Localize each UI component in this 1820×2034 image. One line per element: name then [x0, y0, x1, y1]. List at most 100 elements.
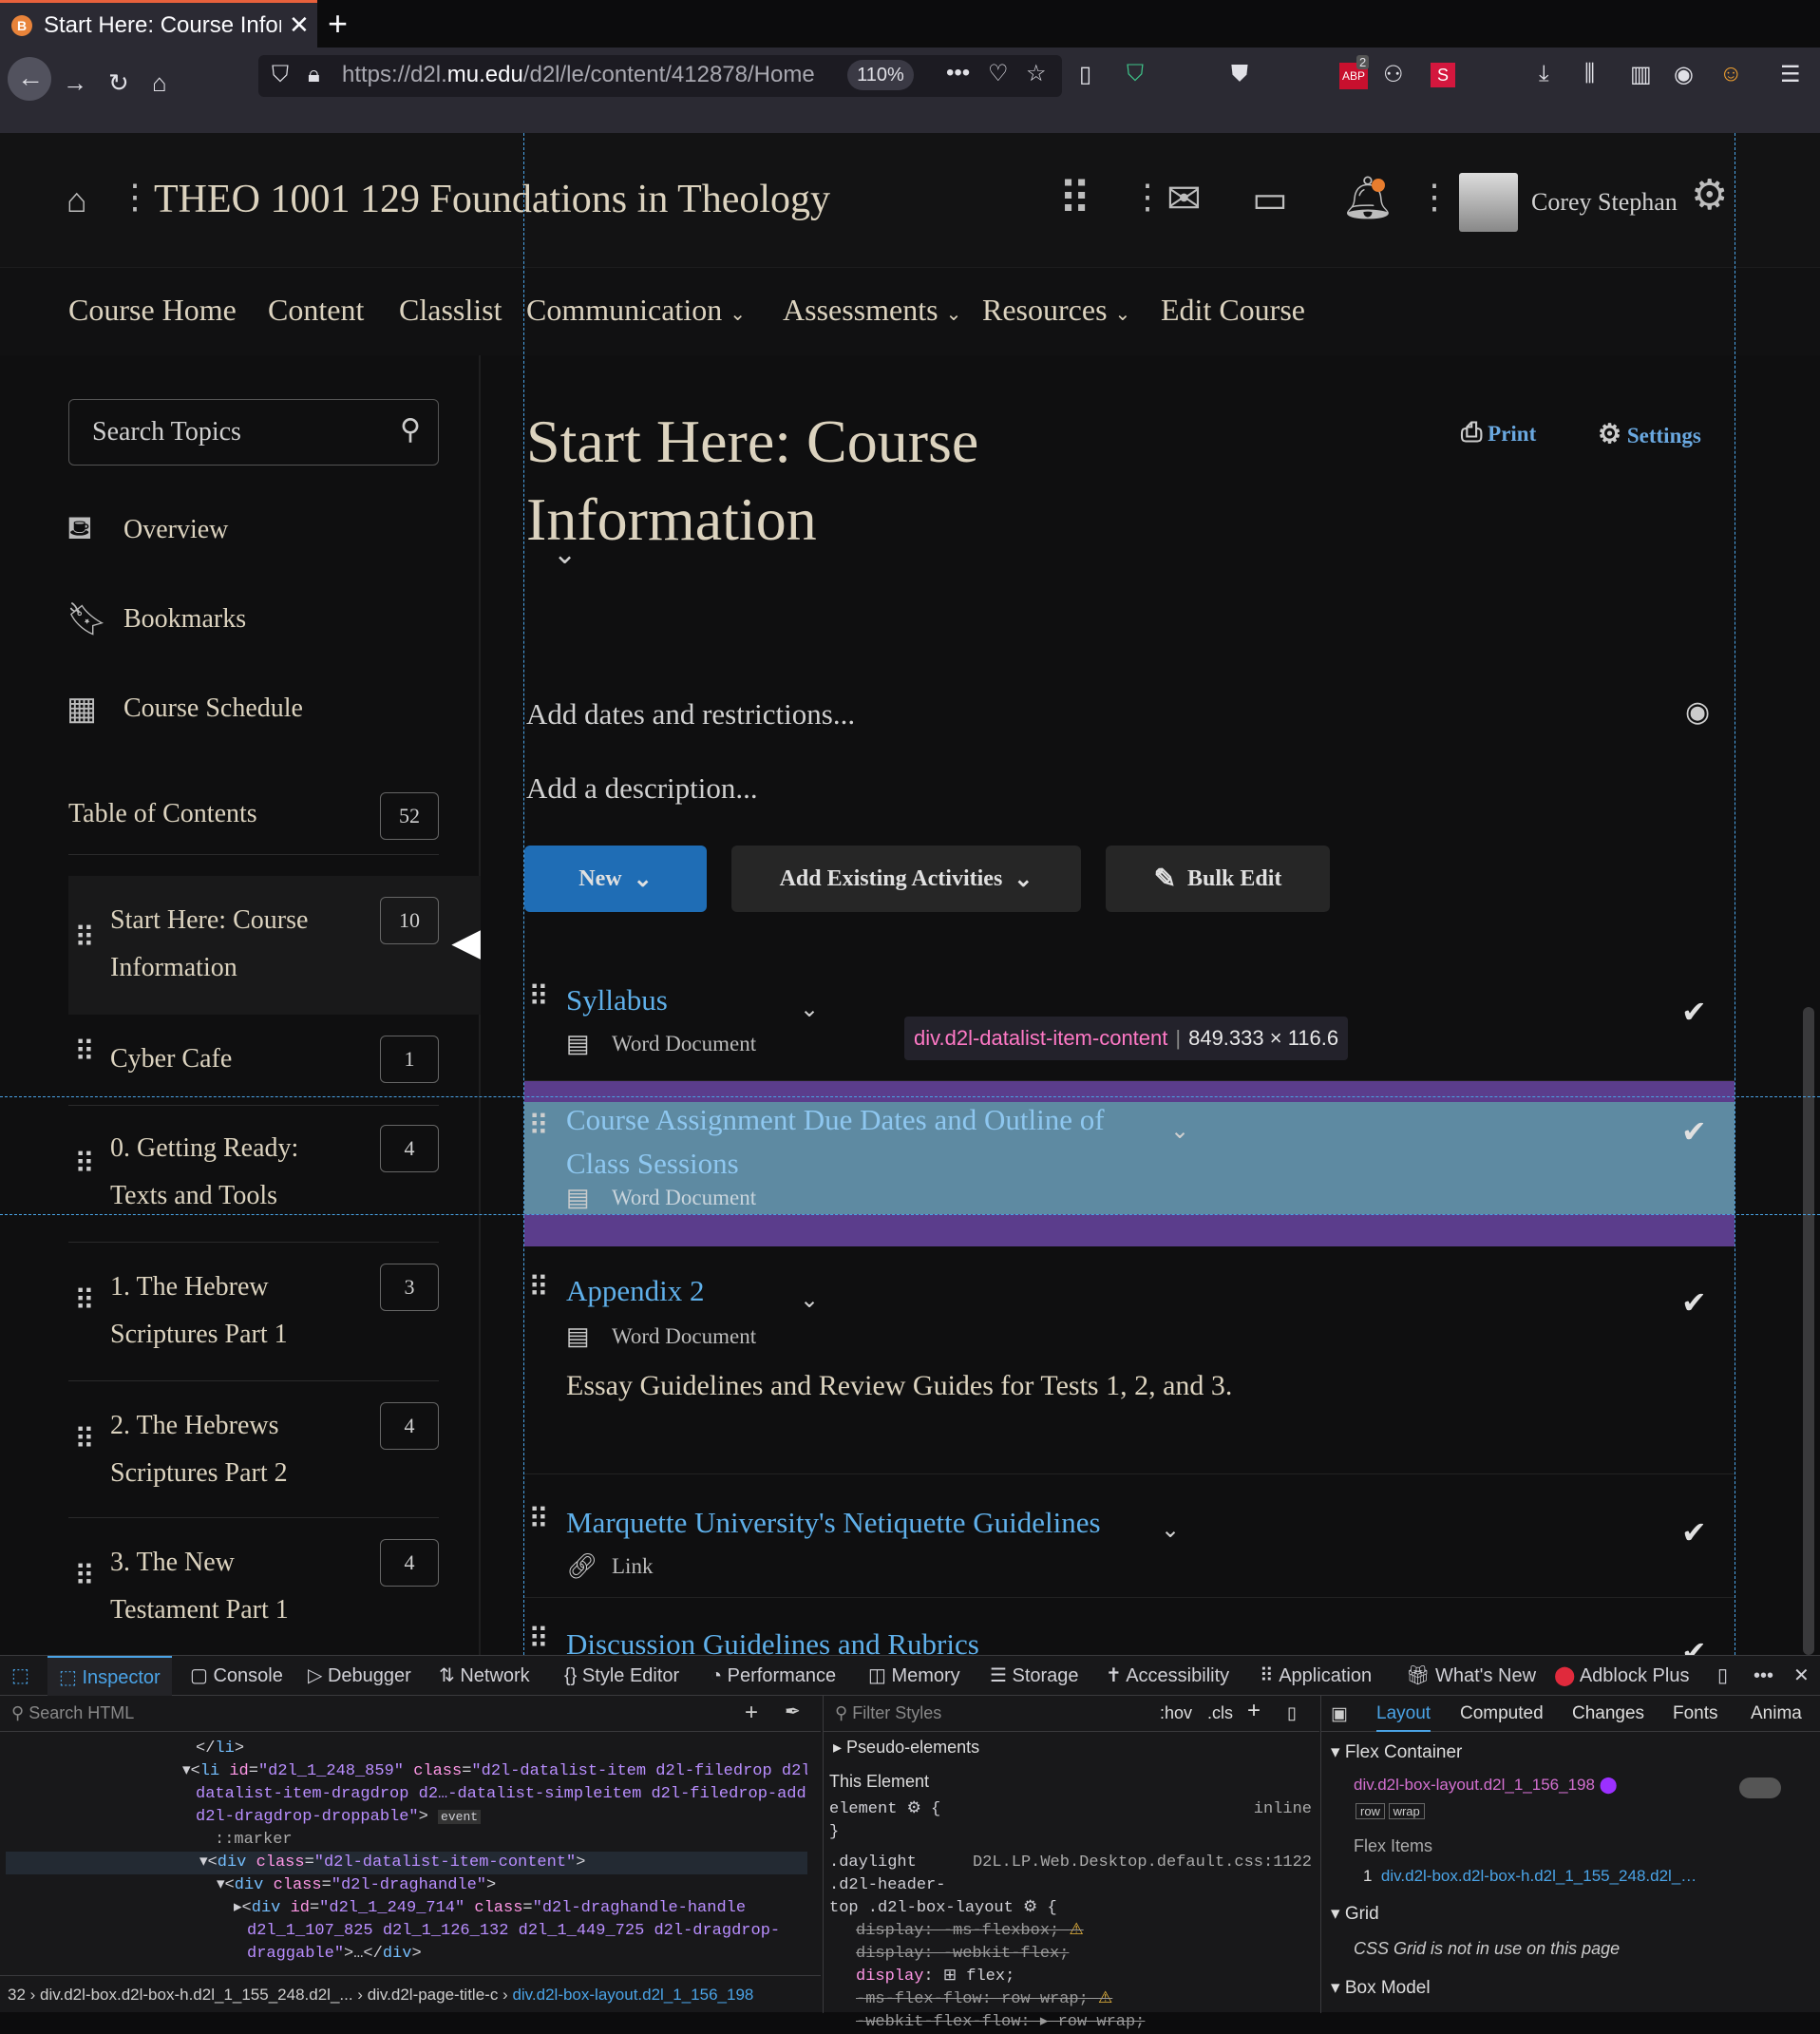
- element-picker-icon[interactable]: ⬚: [11, 1656, 29, 1696]
- bulk-edit-button[interactable]: ✎ Bulk Edit: [1106, 846, 1330, 912]
- nav-resources[interactable]: Resources ⌄: [982, 293, 1130, 328]
- breadcrumb-item[interactable]: div.d2l-box-layout.d2l_1_156_198: [512, 1986, 753, 2004]
- drag-handle-icon[interactable]: ⠿: [528, 1503, 549, 1536]
- toc-module-item[interactable]: ⠿ 1. The Hebrew Scriptures Part 1 3: [68, 1243, 439, 1381]
- reload-icon[interactable]: ↻: [108, 68, 129, 98]
- extension-s-icon[interactable]: S: [1431, 63, 1455, 87]
- library-icon[interactable]: ⫼: [1584, 61, 1595, 87]
- eyedropper-icon[interactable]: ✒: [785, 1700, 801, 1723]
- close-icon[interactable]: ✕: [1793, 1656, 1810, 1696]
- print-media-icon[interactable]: ▯: [1287, 1703, 1297, 1723]
- tab-memory[interactable]: ◫ Memory: [868, 1656, 960, 1696]
- menu-icon[interactable]: ☰: [1780, 61, 1801, 88]
- more-vertical-icon[interactable]: ⋮: [1130, 177, 1165, 217]
- search-topics-input[interactable]: Search Topics ⚲: [68, 399, 439, 466]
- downloads-icon[interactable]: ⤓: [1539, 61, 1549, 87]
- checkmark-icon[interactable]: ✔: [1681, 1634, 1707, 1655]
- toc-module-item[interactable]: ⠿ Start Here: Course Information 10 ◀: [68, 876, 481, 1015]
- nav-communication[interactable]: Communication ⌄: [526, 293, 746, 328]
- course-title[interactable]: THEO 1001 129 Foundations in Theology: [154, 177, 830, 222]
- pseudo-elements-toggle[interactable]: ▸ Pseudo-elements: [833, 1738, 979, 1758]
- forward-arrow-icon[interactable]: →: [63, 68, 87, 98]
- bell-icon[interactable]: 🔔︎: [1341, 173, 1394, 222]
- zoom-level[interactable]: 110%: [847, 60, 914, 90]
- extension-shield-icon[interactable]: ⛉: [1127, 61, 1144, 87]
- browser-tab[interactable]: B Start Here: Course Inforn ✕: [0, 0, 317, 48]
- content-item[interactable]: ⠿ Course Assignment Due Dates and Outlin…: [524, 1102, 1735, 1214]
- sidebar-item-course-schedule[interactable]: Course Schedule: [123, 694, 303, 724]
- tab-network[interactable]: ⇅ Network: [439, 1656, 530, 1696]
- search-html-input[interactable]: ⚲ Search HTML + ✒: [0, 1696, 821, 1732]
- tab-debugger[interactable]: ▷ Debugger: [308, 1656, 411, 1696]
- toc-module-item[interactable]: ⠿ 0. Getting Ready: Texts and Tools 4: [68, 1106, 439, 1243]
- mail-icon[interactable]: ✉: [1166, 175, 1202, 223]
- more-vertical-icon[interactable]: ⋮: [1417, 177, 1451, 217]
- nav-edit-course[interactable]: Edit Course: [1161, 293, 1305, 328]
- home-icon[interactable]: ⌂: [152, 68, 167, 98]
- tab-storage[interactable]: ☰ Storage: [990, 1656, 1079, 1696]
- drag-handle-icon[interactable]: ⠿: [74, 1423, 95, 1456]
- add-node-icon[interactable]: +: [745, 1700, 758, 1726]
- tab-animations[interactable]: Anima: [1751, 1703, 1802, 1724]
- new-tab-icon[interactable]: +: [328, 4, 348, 44]
- new-button[interactable]: New ⌄: [524, 846, 707, 912]
- add-existing-activities-button[interactable]: Add Existing Activities ⌄: [731, 846, 1081, 912]
- eye-icon[interactable]: ◉: [1685, 695, 1710, 729]
- print-button[interactable]: ⎙ Print: [1461, 418, 1536, 448]
- tab-computed[interactable]: Computed: [1460, 1703, 1544, 1724]
- content-item[interactable]: ⠿ Marquette University's Netiquette Guid…: [524, 1474, 1735, 1598]
- tab-inspector[interactable]: ⬚ Inspector: [47, 1656, 172, 1696]
- sidebar-item-overview[interactable]: Overview: [123, 515, 228, 545]
- extension-icon[interactable]: ◉: [1674, 61, 1694, 88]
- nav-content[interactable]: Content: [268, 293, 364, 328]
- rule-box-layout[interactable]: .daylight D2L.LP.Web.Desktop.default.css…: [829, 1852, 1312, 2034]
- toc-header[interactable]: Table of Contents 52: [68, 777, 439, 855]
- extension-icon[interactable]: ☺: [1719, 61, 1743, 87]
- nav-classlist[interactable]: Classlist: [399, 293, 502, 328]
- drag-handle-icon[interactable]: ⠿: [74, 922, 95, 955]
- item-title[interactable]: Syllabus: [566, 979, 668, 1022]
- chevron-down-icon[interactable]: ⌄: [800, 996, 819, 1023]
- add-dates-link[interactable]: Add dates and restrictions...: [526, 697, 855, 732]
- rule-element[interactable]: element ⚙ {inline}: [829, 1798, 1312, 1844]
- filter-styles-input[interactable]: ⚲ Filter Styles :hov .cls + ▯: [824, 1696, 1319, 1732]
- tab-whats-new[interactable]: 🎁︎ What's New: [1406, 1656, 1536, 1696]
- tab-adblock-plus[interactable]: ⬤ Adblock Plus: [1554, 1656, 1689, 1696]
- reader-icon[interactable]: ▯: [1079, 61, 1091, 88]
- tab-layout[interactable]: Layout: [1376, 1703, 1431, 1732]
- tab-performance[interactable]: ◔ Performance: [711, 1656, 836, 1696]
- tab-changes[interactable]: Changes: [1572, 1703, 1644, 1724]
- drag-handle-icon[interactable]: ⠿: [74, 1148, 95, 1181]
- hov-toggle[interactable]: :hov: [1160, 1703, 1192, 1723]
- close-tab-icon[interactable]: ✕: [289, 10, 310, 40]
- drag-handle-icon[interactable]: ⠿: [74, 1284, 95, 1318]
- drag-handle-icon[interactable]: ⠿: [528, 1271, 549, 1304]
- grid-header[interactable]: ▾ Grid: [1331, 1903, 1379, 1925]
- user-name[interactable]: Corey Stephan: [1531, 188, 1678, 217]
- chat-icon[interactable]: ▭: [1252, 177, 1288, 221]
- checkmark-icon[interactable]: ✔: [1681, 1284, 1707, 1321]
- nav-course-home[interactable]: Course Home: [68, 293, 237, 328]
- settings-button[interactable]: ⚙ Settings: [1598, 418, 1701, 450]
- toc-module-item[interactable]: ⠿ 2. The Hebrews Scriptures Part 2 4: [68, 1381, 439, 1518]
- checkmark-icon[interactable]: ✔: [1681, 1514, 1707, 1550]
- flex-container-header[interactable]: ▾ Flex Container: [1331, 1741, 1462, 1763]
- chevron-down-icon[interactable]: ⌄: [800, 1286, 819, 1314]
- tab-fonts[interactable]: Fonts: [1673, 1703, 1718, 1724]
- toggle-sidebar-icon[interactable]: ▣: [1331, 1703, 1348, 1725]
- item-title[interactable]: Discussion Guidelines and Rubrics: [566, 1623, 979, 1655]
- drag-handle-icon[interactable]: ⠿: [528, 1110, 549, 1143]
- tab-application[interactable]: ⠿ Application: [1260, 1656, 1372, 1696]
- item-title[interactable]: Marquette University's Netiquette Guidel…: [566, 1501, 1101, 1545]
- chevron-down-icon[interactable]: ⌄: [1170, 1117, 1189, 1145]
- html-tree[interactable]: </li> ▾<li id="d2l_1_248_859" class="d2l…: [0, 1738, 807, 1971]
- breadcrumb-item[interactable]: 32: [8, 1986, 26, 2004]
- waffle-grid-icon[interactable]: ⠿: [1058, 173, 1091, 226]
- breadcrumb-item[interactable]: div.d2l-box.d2l-box-h.d2l_1_155_248.d2l_…: [40, 1986, 353, 2004]
- page-scrollbar[interactable]: [1803, 1007, 1814, 1655]
- drag-handle-icon[interactable]: ⠿: [528, 1623, 549, 1655]
- shield-icon[interactable]: ⛉: [272, 62, 289, 88]
- extension-icon[interactable]: ⚇: [1383, 61, 1404, 88]
- cls-toggle[interactable]: .cls: [1207, 1703, 1233, 1723]
- drag-handle-icon[interactable]: ⠿: [74, 1560, 95, 1593]
